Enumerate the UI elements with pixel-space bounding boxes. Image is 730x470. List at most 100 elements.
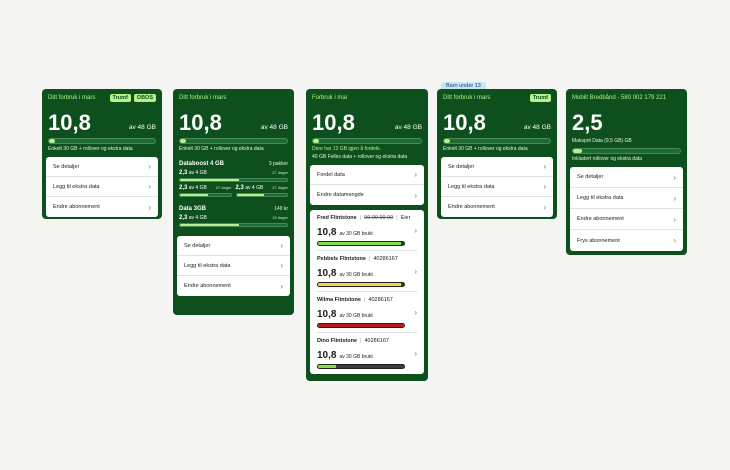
member-name: Fred Flintstone: [317, 215, 357, 221]
card-header: Ditt forbruk i mars Trumf: [441, 89, 553, 107]
see-details-item[interactable]: Se detaljer ›: [46, 157, 158, 177]
usage-progress-bar: [572, 148, 681, 154]
member-list: Fred Flintstone | 99 99 99 99 | Eier 10,8 av …: [310, 210, 424, 374]
member-unit: av 30 GB brukt: [339, 313, 373, 319]
card-header: Ditt forbruk i mars Trumf OBOS: [46, 89, 158, 107]
usage-amount-row: 10,8 av 48 GB: [310, 112, 424, 134]
usage-amount-row: 10,8 av 48 GB: [177, 112, 290, 134]
add-extra-data-item[interactable]: Legg til ekstra data ›: [570, 188, 683, 209]
tag-trumf: Trumf: [109, 94, 131, 102]
member-row[interactable]: Pebbels Flintstone | 40286167 10,8 av 30 GB…: [317, 251, 417, 292]
see-details-item[interactable]: Se detaljer ›: [441, 157, 553, 177]
usage-progress-bar: [312, 138, 422, 144]
usage-amount: 10,8: [312, 110, 355, 135]
member-progress-bar: [317, 241, 405, 246]
databoost-count: 3 pakker: [268, 161, 288, 167]
change-subscription-item[interactable]: Endre abonnement ›: [570, 209, 683, 230]
card-header: Ditt forbruk i mars: [177, 89, 290, 107]
data3gb-title: Data 3GB: [179, 206, 207, 212]
card-header: Forbruk i mai: [310, 89, 424, 107]
data3gb-price: 149 kr: [274, 206, 288, 212]
usage-amount: 10,8: [443, 110, 486, 135]
member-name: Pebbels Flintstone: [317, 256, 366, 262]
usage-unit: av 48 GB: [523, 124, 551, 131]
change-data-amount-item[interactable]: Endre datamengde ›: [310, 185, 424, 205]
action-menu: Se detaljer › Legg til ekstra data › Endre…: [177, 236, 290, 296]
broadband-card: Mobilt Bredbånd - 580 002 179 221 2,5 Ma…: [566, 89, 687, 255]
chevron-right-icon: ›: [673, 193, 676, 203]
chevron-right-icon: ›: [414, 267, 417, 276]
chevron-right-icon: ›: [148, 202, 151, 212]
member-number: 40286167: [373, 256, 398, 262]
action-menu: Se detaljer › Legg til ekstra data › Endre…: [46, 157, 158, 217]
usage-unit: av 48 GB: [260, 124, 288, 131]
add-extra-data-item[interactable]: Legg til ekstra data ›: [177, 256, 290, 276]
freeze-subscription-item[interactable]: Frys abonnement ›: [570, 230, 683, 251]
usage-card-1: Ditt forbruk i mars Trumf OBOS 10,8 av 4…: [42, 89, 162, 219]
data3gb-section: Data 3GB 149 kr 2,3 av 4 GB 13 dager: [177, 206, 290, 227]
chevron-right-icon: ›: [673, 214, 676, 224]
chevron-right-icon: ›: [543, 202, 546, 212]
databoost-title: Databoost 4 GB: [179, 161, 225, 167]
change-subscription-item[interactable]: Endre abonnement ›: [177, 276, 290, 296]
card-title: Ditt forbruk i mars: [443, 95, 491, 101]
chevron-right-icon: ›: [414, 170, 417, 179]
plan-note: Enkelt 30 GB + rollover og ekstra data: [179, 146, 264, 152]
shared-usage-card: Forbruk i mai 10,8 av 48 GB Dere har 13 …: [306, 89, 428, 381]
card-title: Ditt forbruk i mars: [48, 95, 96, 101]
card-title: Forbruk i mai: [312, 95, 348, 101]
member-number: 99 99 99 99: [364, 215, 394, 221]
member-name: Wilma Flintstone: [317, 297, 361, 303]
distribute-data-item[interactable]: Fordel data ›: [310, 165, 424, 185]
chevron-right-icon: ›: [543, 162, 546, 171]
member-unit: av 30 GB brukt: [339, 354, 373, 360]
plan-note: Enkelt 30 GB + rollover og ekstra data: [443, 146, 528, 152]
databoost-main-row: 2,3 av 4 GB 27 dager: [179, 170, 288, 176]
member-amount: 10,8: [317, 309, 337, 320]
databoost-section: Databoost 4 GB 3 pakker 2,3 av 4 GB 27 dag…: [177, 161, 290, 197]
chevron-right-icon: ›: [280, 281, 283, 291]
see-details-item[interactable]: Se detaljer ›: [177, 236, 290, 256]
member-amount: 10,8: [317, 227, 337, 238]
plan-note: 40 GB Felles data + rollover og ekstra d…: [312, 154, 408, 160]
add-extra-data-item[interactable]: Legg til ekstra data ›: [441, 177, 553, 197]
usage-progress-bar: [443, 138, 551, 144]
change-subscription-item[interactable]: Endre abonnement ›: [46, 197, 158, 217]
member-row[interactable]: Fred Flintstone | 99 99 99 99 | Eier 10,8 av …: [317, 210, 417, 251]
chevron-right-icon: ›: [414, 226, 417, 235]
card-title: Ditt forbruk i mars: [179, 95, 227, 101]
action-menu: Se detaljer › Legg til ekstra data › Endre…: [441, 157, 553, 217]
usage-unit: av 48 GB: [394, 124, 422, 131]
chevron-right-icon: ›: [414, 308, 417, 317]
see-details-item[interactable]: Se detaljer ›: [570, 167, 683, 188]
tag-group: Trumf OBOS: [109, 94, 156, 102]
member-unit: av 30 GB brukt: [339, 231, 373, 237]
chevron-right-icon: ›: [414, 349, 417, 358]
member-row[interactable]: Wilma Flintstone | 40286167 10,8 av 30 GB b…: [317, 292, 417, 333]
usage-card-4: Ditt forbruk i mars Trumf 10,8 av 48 GB …: [437, 89, 557, 219]
member-unit: av 30 GB brukt: [339, 272, 373, 278]
usage-progress-bar: [179, 138, 288, 144]
plan-note: Enkelt 30 GB + rollover og ekstra data: [48, 146, 133, 152]
member-role: Eier: [400, 215, 411, 221]
tag-obos: OBOS: [133, 94, 156, 102]
usage-amount-row: 2,5: [570, 112, 683, 134]
data3gb-row: 2,3 av 4 GB 13 dager: [179, 215, 288, 221]
member-progress-bar: [317, 364, 405, 369]
remaining-note: Dere har 13 GB igjen å fordele.: [312, 146, 382, 152]
card-title: Mobilt Bredbånd - 580 002 179 221: [572, 95, 667, 101]
usage-progress-bar: [48, 138, 156, 144]
chevron-right-icon: ›: [280, 241, 283, 250]
member-name: Dino Flintstone: [317, 338, 358, 344]
add-extra-data-item[interactable]: Legg til ekstra data ›: [46, 177, 158, 197]
usage-unit: av 48 GB: [128, 124, 156, 131]
member-row[interactable]: Dino Flintstone | 40286167 10,8 av 30 GB br…: [317, 333, 417, 374]
usage-amount: 2,5: [572, 110, 603, 135]
chevron-right-icon: ›: [543, 182, 546, 191]
chevron-right-icon: ›: [673, 172, 676, 182]
chevron-right-icon: ›: [148, 182, 151, 191]
member-number: 40286167: [368, 297, 393, 303]
plan-name: Maksprit Data (9,5 GB) GB: [572, 138, 632, 144]
change-subscription-item[interactable]: Endre abonnement ›: [441, 197, 553, 217]
member-progress-bar: [317, 323, 405, 328]
